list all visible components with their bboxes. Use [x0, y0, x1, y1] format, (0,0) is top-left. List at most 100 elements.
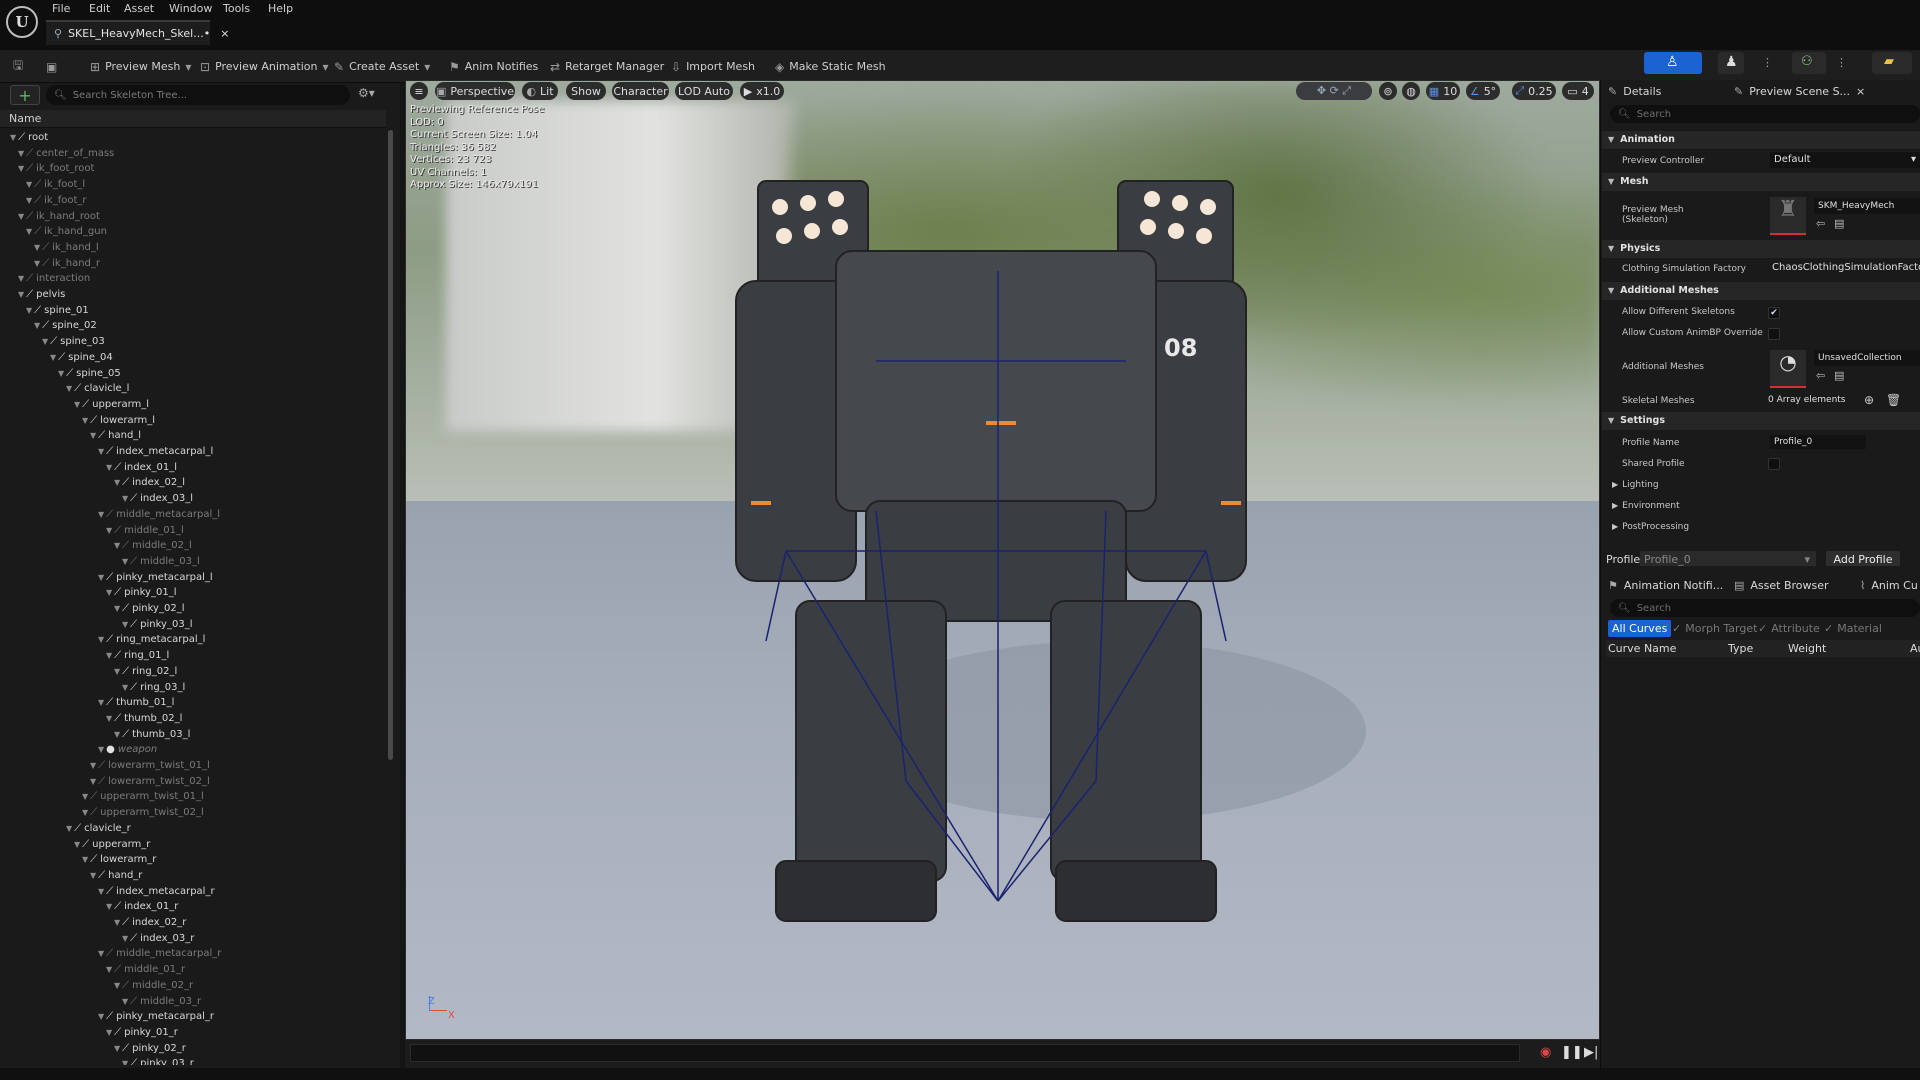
playback-speed-button[interactable]: ▶ x1.0: [740, 82, 784, 100]
bone-row[interactable]: ▼ ⟋ ik_hand_root: [18, 209, 100, 224]
bone-row[interactable]: ▼ ⟋ lowerarm_twist_01_l: [90, 758, 210, 773]
more-options-icon[interactable]: ⋮: [1836, 56, 1847, 78]
pause-icon[interactable]: ❚❚: [1561, 1045, 1583, 1060]
details-search-input[interactable]: 🔍︎ Search: [1610, 105, 1920, 123]
preview-mesh-picker[interactable]: SKM_HeavyMech: [1814, 198, 1920, 214]
viewport[interactable]: 08: [405, 80, 1600, 1040]
settings-gear-icon[interactable]: ⚙▾: [358, 86, 375, 100]
bone-row[interactable]: ▼ ⟋ spine_01: [26, 303, 89, 318]
menu-asset[interactable]: Asset: [124, 2, 154, 18]
expand-arrow-icon[interactable]: ▼: [82, 808, 88, 817]
bone-row[interactable]: ▼ ⟋ pinky_01_r: [106, 1025, 178, 1040]
menu-file[interactable]: File: [52, 2, 70, 18]
bone-row[interactable]: ▼ ⟋ index_02_l: [114, 475, 185, 490]
bone-row[interactable]: ▼ ⟋ thumb_03_l: [114, 727, 190, 742]
bone-row[interactable]: ▼ ⟋ pinky_metacarpal_r: [98, 1009, 214, 1024]
preview-mesh-button[interactable]: ⊞ Preview Mesh ▾: [90, 56, 191, 77]
additional-meshes-picker[interactable]: UnsavedCollection: [1814, 350, 1920, 366]
expand-arrow-icon[interactable]: ▼: [18, 274, 24, 283]
surface-snap-icon[interactable]: ⊚: [1379, 82, 1397, 100]
bone-row[interactable]: ▼ ⟋ pinky_02_r: [114, 1041, 186, 1056]
bone-row[interactable]: ▼ ⟋ index_01_l: [106, 460, 177, 475]
bone-row[interactable]: ▼ ⟋ pelvis: [18, 287, 65, 302]
category-animation[interactable]: ▼ Animation: [1602, 131, 1920, 149]
menu-edit[interactable]: Edit: [89, 2, 110, 18]
step-forward-icon[interactable]: ▶|: [1584, 1045, 1598, 1060]
bone-row[interactable]: ▼ ⟋ ring_01_l: [106, 648, 169, 663]
expand-arrow-icon[interactable]: ▼: [34, 259, 40, 268]
column-type[interactable]: Type: [1728, 640, 1753, 657]
world-local-icon[interactable]: ◍: [1402, 82, 1420, 100]
details-tab[interactable]: ✎ Details: [1608, 80, 1661, 102]
lit-button[interactable]: ◐ Lit: [522, 82, 558, 100]
camera-speed-button[interactable]: ▭ 4: [1562, 82, 1594, 100]
asset-browser-tab[interactable]: ▤ Asset Browser: [1734, 574, 1829, 596]
bone-row[interactable]: ▼ ⟋ thumb_02_l: [106, 711, 182, 726]
add-bone-button[interactable]: +: [10, 85, 40, 105]
bone-row[interactable]: ▼ ⟋ ring_metacarpal_l: [98, 632, 205, 647]
expand-arrow-icon[interactable]: ▼: [26, 196, 32, 205]
bone-row[interactable]: ▼ ⟋ ik_hand_l: [34, 240, 99, 255]
browse-asset-icon[interactable]: ▤: [1834, 369, 1844, 382]
expand-arrow-icon[interactable]: ▼: [82, 416, 88, 425]
bone-row[interactable]: ▼ ⟋ lowerarm_twist_02_l: [90, 774, 210, 789]
filter-attribute[interactable]: ✓ Attribute: [1754, 620, 1824, 637]
expand-arrow-icon[interactable]: ▼: [122, 997, 128, 1006]
column-curve-name[interactable]: Curve Name: [1608, 640, 1676, 657]
bone-row[interactable]: ▼ ⟋ upperarm_twist_02_l: [82, 805, 204, 820]
expand-arrow-icon[interactable]: ▼: [90, 777, 96, 786]
bone-row[interactable]: ▼ ⟋ index_03_r: [122, 931, 194, 946]
expand-arrow-icon[interactable]: ▼: [34, 243, 40, 252]
expand-arrow-icon[interactable]: ▼: [122, 620, 128, 629]
expand-arrow-icon[interactable]: ▼: [98, 510, 104, 519]
bone-row[interactable]: ▼ ⟋ pinky_03_r: [122, 1056, 194, 1065]
preview-scene-tab[interactable]: ✎ Preview Scene S... ×: [1734, 80, 1865, 102]
expand-arrow-icon[interactable]: ▼: [106, 965, 112, 974]
add-element-icon[interactable]: ⊕: [1864, 393, 1874, 407]
timeline-track[interactable]: [410, 1044, 1520, 1062]
expand-arrow-icon[interactable]: ▼: [26, 180, 32, 189]
expand-arrow-icon[interactable]: ▼: [114, 730, 120, 739]
browse-icon[interactable]: ▣: [46, 56, 57, 77]
postprocessing-row[interactable]: ▶ PostProcessing: [1612, 522, 1689, 532]
bone-row[interactable]: ▼ ⟋ clavicle_l: [66, 381, 129, 396]
expand-arrow-icon[interactable]: ▼: [106, 526, 112, 535]
shared-profile-checkbox[interactable]: [1768, 458, 1780, 470]
expand-arrow-icon[interactable]: ▼: [98, 573, 104, 582]
bone-row[interactable]: ▼ ⟋ spine_05: [58, 366, 121, 381]
bone-row[interactable]: ▼ ⟋ ik_foot_r: [26, 193, 87, 208]
bone-row[interactable]: ▼ ⟋ middle_02_l: [114, 538, 192, 553]
browse-asset-icon[interactable]: ▤: [1834, 217, 1844, 230]
bone-row[interactable]: ▼ ⟋ middle_metacarpal_r: [98, 946, 221, 961]
expand-arrow-icon[interactable]: ▼: [18, 149, 24, 158]
category-additional-meshes[interactable]: ▼ Additional Meshes: [1602, 282, 1920, 300]
bone-row[interactable]: ▼ ⟋ lowerarm_r: [82, 852, 156, 867]
expand-arrow-icon[interactable]: ▼: [82, 855, 88, 864]
save-icon[interactable]: 🖫: [13, 56, 23, 77]
bone-row[interactable]: ▼ ⟋ middle_03_l: [122, 554, 200, 569]
more-options-icon[interactable]: ⋮: [1762, 56, 1773, 78]
scale-snap-button[interactable]: ⤢ 0.25: [1512, 82, 1556, 100]
unreal-logo-icon[interactable]: U: [6, 6, 38, 38]
record-icon[interactable]: ◉: [1540, 1045, 1551, 1060]
bone-row[interactable]: ▼ ⟋ ik_foot_l: [26, 177, 85, 192]
expand-arrow-icon[interactable]: ▼: [82, 792, 88, 801]
bone-row[interactable]: ▼ ⟋ pinky_01_l: [106, 585, 176, 600]
bone-row[interactable]: ▼ ⟋ hand_r: [90, 868, 142, 883]
bone-row[interactable]: ▼ ⟋ index_metacarpal_l: [98, 444, 213, 459]
animation-mode-button[interactable]: ⚇: [1792, 52, 1826, 74]
bone-row[interactable]: ▼ ⟋ spine_03: [42, 334, 105, 349]
bone-row[interactable]: ▼ ⟋ thumb_01_l: [98, 695, 174, 710]
viewport-menu-icon[interactable]: ≡: [410, 82, 428, 100]
bone-row[interactable]: ▼ ⟋ middle_02_r: [114, 978, 193, 993]
bone-row[interactable]: ▼ ⟋ interaction: [18, 271, 90, 286]
expand-arrow-icon[interactable]: ▼: [74, 840, 80, 849]
lighting-row[interactable]: ▶ Lighting: [1612, 480, 1659, 490]
expand-arrow-icon[interactable]: ▼: [26, 227, 32, 236]
bone-row[interactable]: ▼ ⟋ spine_02: [34, 318, 97, 333]
expand-arrow-icon[interactable]: ▼: [98, 635, 104, 644]
collection-thumbnail[interactable]: ◔: [1770, 350, 1806, 388]
filter-material[interactable]: ✓ Material: [1820, 620, 1886, 637]
expand-arrow-icon[interactable]: ▼: [26, 306, 32, 315]
bone-row[interactable]: ▼ ⟋ ik_foot_root: [18, 161, 94, 176]
